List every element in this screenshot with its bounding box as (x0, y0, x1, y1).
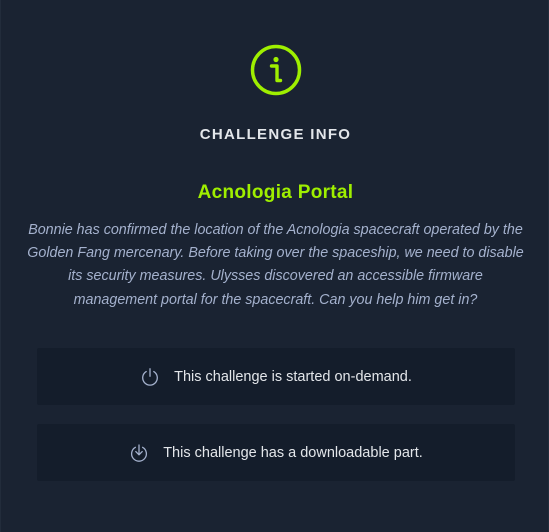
power-icon (140, 367, 160, 387)
challenge-name: Acnologia Portal (197, 182, 354, 203)
feature-downloadable: This challenge has a downloadable part. (37, 424, 515, 481)
feature-on-demand: This challenge is started on-demand. (37, 348, 515, 405)
modal-title: CHALLENGE INFO (199, 126, 352, 143)
download-icon (129, 443, 149, 463)
challenge-description: Bonnie has confirmed the location of the… (27, 222, 524, 308)
info-icon (250, 44, 302, 96)
feature-text: This challenge has a downloadable part. (163, 444, 423, 461)
challenge-info-modal: CHALLENGE INFO Acnologia Portal Bonnie h… (0, 0, 549, 532)
feature-text: This challenge is started on-demand. (174, 368, 412, 385)
